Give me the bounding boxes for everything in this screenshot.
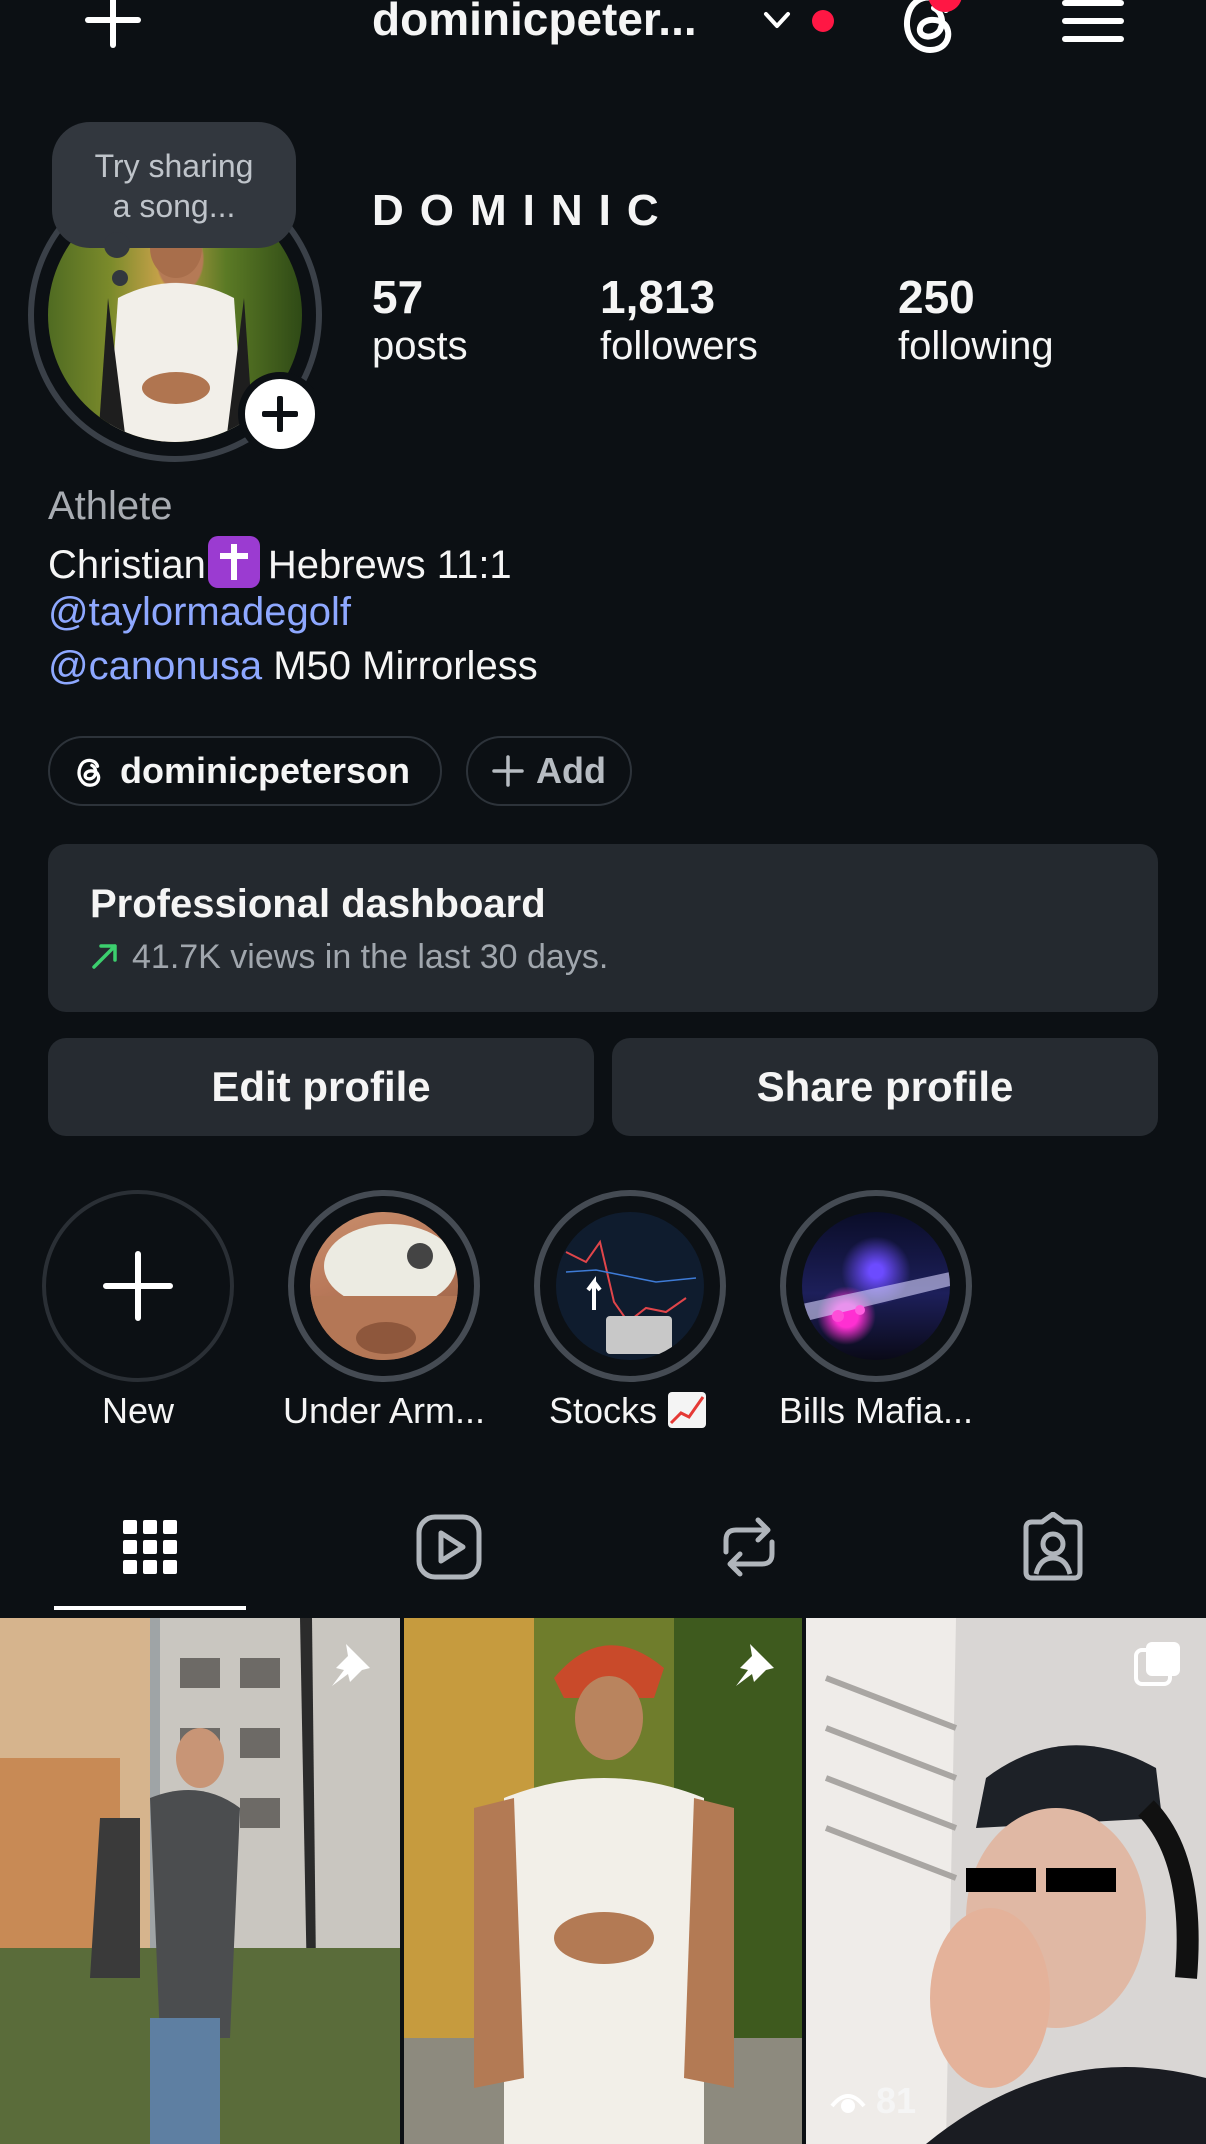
plus-icon: [492, 755, 524, 787]
professional-dashboard[interactable]: Professional dashboard 41.7K views in th…: [48, 844, 1158, 1012]
stat-following[interactable]: 250 following: [898, 270, 1054, 369]
create-post-button[interactable]: [82, 0, 144, 54]
stat-posts-label: posts: [372, 324, 468, 368]
post-tile-2[interactable]: [404, 1618, 802, 2144]
chevron-down-icon[interactable]: [763, 6, 791, 34]
stat-followers-value: 1,813: [600, 271, 716, 323]
plus-icon: [103, 1251, 173, 1321]
note-text-line2: a song...: [112, 188, 236, 224]
repost-icon[interactable]: [714, 1512, 784, 1582]
views-eye-icon: [830, 2094, 866, 2113]
dashboard-title: Professional dashboard: [90, 882, 546, 926]
highlight-label-stocks-text: Stocks: [548, 1390, 658, 1431]
highlight-stocks[interactable]: [534, 1190, 726, 1382]
threads-handle: dominicpeterson: [120, 750, 411, 791]
add-story-button[interactable]: [238, 372, 322, 456]
highlight-under-armour[interactable]: [288, 1190, 480, 1382]
post-tile-3[interactable]: 81: [806, 1618, 1206, 2144]
bio-line-1: Christian Hebrews 11:1: [48, 536, 512, 588]
grid-icon[interactable]: [115, 1512, 185, 1582]
note-text-line1: Try sharing: [94, 148, 254, 184]
post-view-count-value: 81: [876, 2080, 917, 2121]
chart-increasing-emoji-icon: [668, 1392, 707, 1428]
highlight-label-stocks: Stocks: [508, 1390, 748, 1432]
stat-posts[interactable]: 57 posts: [372, 270, 468, 369]
bio-link-canonusa[interactable]: @canonusa: [48, 644, 262, 688]
bio-line-3: @canonusa M50 Mirrorless: [48, 644, 538, 689]
share-profile-button[interactable]: Share profile: [612, 1038, 1158, 1136]
new-highlight-button[interactable]: [42, 1190, 234, 1382]
selected-tab-indicator: [54, 1606, 246, 1610]
account-username[interactable]: dominicpeter...: [372, 0, 697, 46]
add-link-button[interactable]: Add: [466, 736, 632, 806]
stat-followers-label: followers: [600, 324, 758, 368]
note-bubble[interactable]: Try sharing a song...: [52, 122, 296, 248]
post-tile-1[interactable]: [0, 1618, 400, 2144]
bio-link-taylormadegolf[interactable]: @taylormadegolf: [48, 590, 351, 635]
profile-category: Athlete: [48, 484, 173, 528]
stat-following-value: 250: [898, 271, 975, 323]
highlight-label-new: New: [101, 1390, 175, 1431]
stat-following-label: following: [898, 324, 1054, 368]
stat-followers[interactable]: 1,813 followers: [600, 270, 758, 369]
threads-profile-link[interactable]: dominicpeterson: [48, 736, 442, 806]
edit-profile-button[interactable]: Edit profile: [48, 1038, 594, 1136]
post-view-count: 81: [830, 2080, 916, 2122]
note-tail: [104, 232, 130, 258]
note-tail-small: [112, 270, 128, 286]
notification-dot: [812, 10, 834, 32]
bio-text: Christian: [48, 543, 206, 587]
bio-camera-text: M50 Mirrorless: [273, 644, 538, 688]
add-link-label: Add: [536, 750, 606, 791]
pin-icon: [332, 1644, 370, 1686]
hamburger-menu-icon[interactable]: [1062, 0, 1124, 48]
cross-emoji-icon: [207, 536, 260, 588]
reels-icon[interactable]: [414, 1512, 484, 1582]
multi-post-icon: [1134, 1642, 1180, 1686]
threads-icon: [77, 758, 101, 787]
pin-icon: [736, 1644, 774, 1686]
profile-display-name: DOMINIC: [372, 186, 675, 235]
tagged-user-icon[interactable]: [1018, 1512, 1088, 1582]
dashboard-views: 41.7K views in the last 30 days.: [132, 938, 609, 976]
stat-posts-value: 57: [372, 271, 424, 323]
highlight-label-bills-mafia: Bills Mafia...: [778, 1390, 974, 1431]
highlight-bills-mafia[interactable]: [780, 1190, 972, 1382]
bio-verse: Hebrews 11:1: [267, 543, 512, 587]
dashboard-subtitle: 41.7K views in the last 30 days.: [90, 938, 608, 977]
trend-up-icon: [92, 944, 117, 969]
highlight-label-under-armour: Under Arm...: [282, 1390, 486, 1431]
